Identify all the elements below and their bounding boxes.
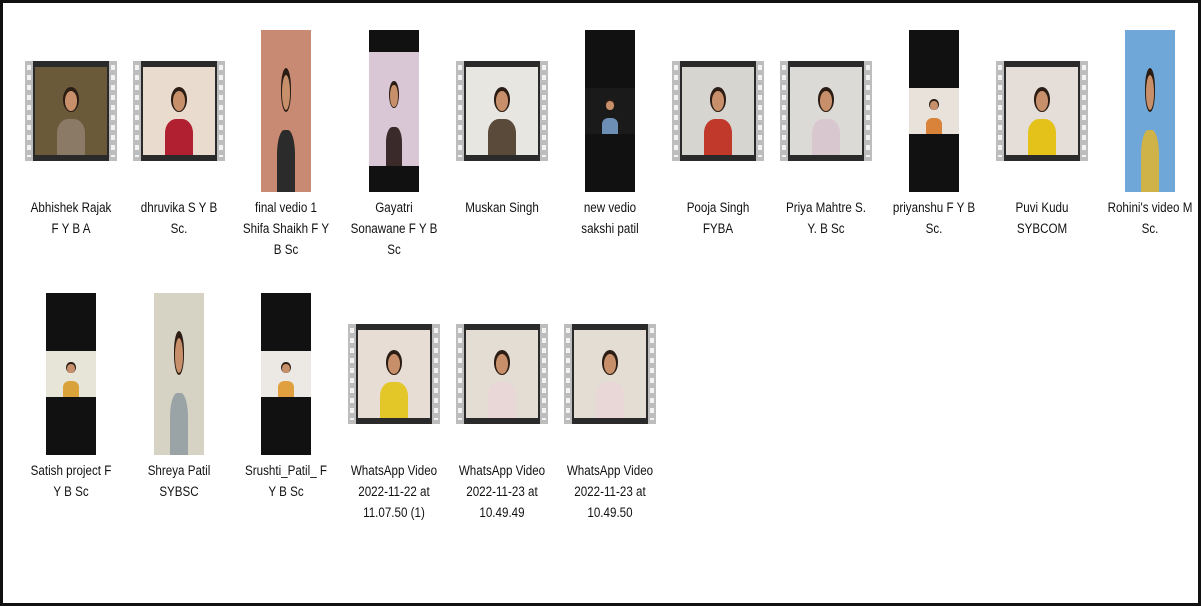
person-figure	[277, 130, 295, 192]
file-item[interactable]: final vedio 1 Shifa Shaikh F Y B Sc	[236, 28, 336, 260]
portrait-thumbnail-icon	[369, 29, 419, 192]
video-thumbnail[interactable]	[776, 28, 876, 193]
file-name-label: Abhishek Rajak F Y B A	[30, 200, 112, 236]
file-name-label: WhatsApp Video 2022-11-22 at 11.07.50 (1…	[350, 463, 438, 520]
file-name-label: Gayatri Sonawane F Y B Sc	[350, 200, 438, 257]
video-thumbnail[interactable]	[452, 291, 552, 456]
file-name-label: Shreya Patil SYBSC	[147, 463, 211, 499]
person-figure	[170, 393, 188, 455]
film-thumbnail-icon	[996, 60, 1088, 161]
video-thumbnail[interactable]	[129, 291, 229, 456]
portrait-thumbnail-icon	[261, 29, 311, 192]
file-item[interactable]: WhatsApp Video 2022-11-23 at 10.49.50	[560, 291, 660, 523]
file-name-label: Priya Mahtre S. Y. B Sc	[785, 200, 867, 236]
file-item[interactable]: Srushti_Patil_ F Y B Sc	[236, 291, 336, 502]
film-thumbnail-icon	[348, 323, 440, 424]
video-thumbnail[interactable]	[21, 291, 121, 456]
video-thumbnail[interactable]	[668, 28, 768, 193]
file-item[interactable]: Priya Mahtre S. Y. B Sc	[776, 28, 876, 239]
portrait-thumbnail-icon	[46, 292, 96, 455]
file-explorer-view: Abhishek Rajak F Y B A dhruvika S Y B Sc.…	[0, 0, 1201, 606]
file-item[interactable]: Satish project F Y B Sc	[21, 291, 121, 502]
video-thumbnail[interactable]	[236, 28, 336, 193]
person-figure	[704, 119, 732, 155]
video-thumbnail[interactable]	[236, 291, 336, 456]
person-figure	[380, 382, 408, 418]
person-figure	[57, 119, 85, 155]
person-figure	[596, 382, 624, 418]
file-item[interactable]: new vedio sakshi patil	[560, 28, 660, 239]
film-thumbnail-icon	[780, 60, 872, 161]
file-name-label: WhatsApp Video 2022-11-23 at 10.49.50	[566, 463, 654, 520]
person-figure	[602, 118, 618, 134]
person-figure	[1028, 119, 1056, 155]
video-thumbnail[interactable]	[992, 28, 1092, 193]
file-item[interactable]: dhruvika S Y B Sc.	[129, 28, 229, 239]
file-item[interactable]: Muskan Singh	[452, 28, 552, 218]
file-item[interactable]: Puvi Kudu SYBCOM	[992, 28, 1092, 239]
file-item[interactable]: WhatsApp Video 2022-11-22 at 11.07.50 (1…	[344, 291, 444, 523]
portrait-thumbnail-icon	[1125, 29, 1175, 192]
file-item[interactable]: Rohini's video M Sc.	[1100, 28, 1198, 239]
file-name-label: new vedio sakshi patil	[581, 200, 639, 236]
file-name-label: Pooja Singh FYBA	[686, 200, 750, 236]
file-name-label: priyanshu F Y B Sc.	[892, 200, 976, 236]
film-thumbnail-icon	[456, 323, 548, 424]
file-item[interactable]: Shreya Patil SYBSC	[129, 291, 229, 502]
file-name-label: Satish project F Y B Sc	[30, 463, 112, 499]
video-thumbnail[interactable]	[560, 28, 660, 193]
file-name-label: dhruvika S Y B Sc.	[140, 200, 218, 236]
film-thumbnail-icon	[25, 60, 117, 161]
file-name-label: final vedio 1 Shifa Shaikh F Y B Sc	[242, 200, 330, 257]
film-thumbnail-icon	[672, 60, 764, 161]
file-name-label: Srushti_Patil_ F Y B Sc	[245, 463, 327, 499]
video-thumbnail[interactable]	[344, 291, 444, 456]
portrait-thumbnail-icon	[909, 29, 959, 192]
person-figure	[1141, 130, 1159, 192]
person-figure	[278, 381, 294, 397]
person-figure	[488, 382, 516, 418]
file-name-label: Puvi Kudu SYBCOM	[1015, 200, 1069, 236]
file-item[interactable]: priyanshu F Y B Sc.	[884, 28, 984, 239]
file-item[interactable]: Abhishek Rajak F Y B A	[21, 28, 121, 239]
person-figure	[386, 127, 402, 166]
video-thumbnail[interactable]	[21, 28, 121, 193]
film-thumbnail-icon	[456, 60, 548, 161]
file-name-label: WhatsApp Video 2022-11-23 at 10.49.49	[458, 463, 546, 520]
video-thumbnail[interactable]	[884, 28, 984, 193]
person-figure	[812, 119, 840, 155]
file-name-label: Rohini's video M Sc.	[1107, 200, 1193, 236]
video-thumbnail[interactable]	[129, 28, 229, 193]
video-thumbnail[interactable]	[452, 28, 552, 193]
portrait-thumbnail-icon	[154, 292, 204, 455]
video-thumbnail[interactable]	[1100, 28, 1198, 193]
person-figure	[165, 119, 193, 155]
file-name-label: Muskan Singh	[465, 200, 539, 215]
video-thumbnail[interactable]	[560, 291, 660, 456]
portrait-thumbnail-icon	[585, 29, 635, 192]
portrait-thumbnail-icon	[261, 292, 311, 455]
file-item[interactable]: WhatsApp Video 2022-11-23 at 10.49.49	[452, 291, 552, 523]
person-figure	[488, 119, 516, 155]
film-thumbnail-icon	[133, 60, 225, 161]
person-figure	[63, 381, 79, 397]
film-thumbnail-icon	[564, 323, 656, 424]
person-figure	[926, 118, 942, 134]
file-item[interactable]: Pooja Singh FYBA	[668, 28, 768, 239]
video-thumbnail[interactable]	[344, 28, 444, 193]
file-item[interactable]: Gayatri Sonawane F Y B Sc	[344, 28, 444, 260]
